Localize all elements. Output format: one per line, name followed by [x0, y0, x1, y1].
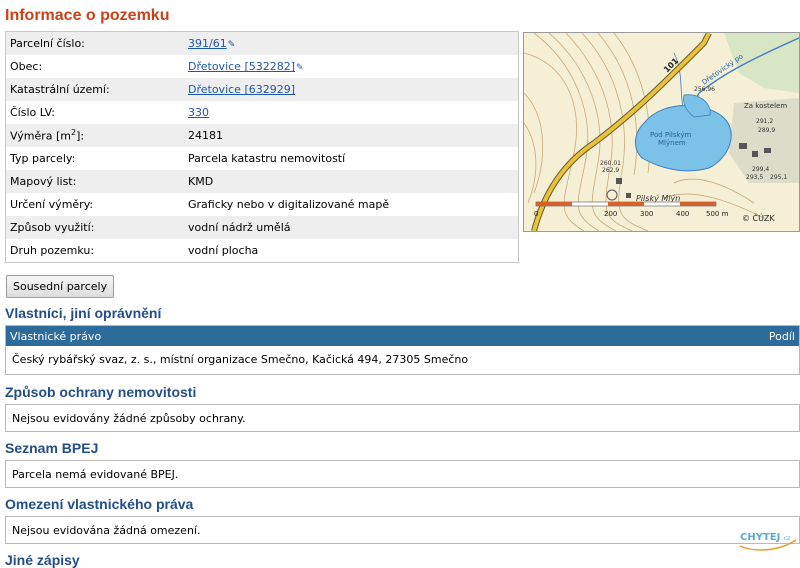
map-label-pond: Pod Pilským [650, 131, 691, 139]
map-height-8: 299,4 [752, 166, 769, 173]
other-records-section-title: Jiné zápisy [5, 552, 80, 568]
parcel-info-link[interactable]: Dřetovice [632929] [188, 83, 295, 96]
page-title: Informace o pozemku [5, 7, 170, 24]
parcel-info-key-suffix: ]: [76, 129, 85, 143]
map-height-5: 293,5 [746, 174, 763, 181]
map-scale-200: 200 [604, 210, 617, 218]
parcel-info-row: Druh pozemku: vodní plocha [6, 239, 518, 262]
parcel-info-key: Způsob využití: [10, 221, 95, 234]
owners-section-title: Vlastníci, jiní oprávnění [5, 305, 162, 321]
map-height-6: 295,1 [770, 174, 787, 181]
protection-box: Nejsou evidovány žádné způsoby ochrany. [5, 404, 800, 432]
bpej-text: Parcela nemá evidované BPEJ. [12, 468, 179, 481]
parcel-info-value: Parcela katastru nemovitostí [188, 152, 346, 165]
parcel-info-value-cell: 330 [184, 101, 518, 124]
parcel-info-key: Parcelní číslo: [10, 37, 85, 50]
bpej-section-title: Seznam BPEJ [5, 440, 99, 456]
owners-table-header: Vlastnické právo Podíl [6, 326, 799, 346]
parcel-info-key: Určení výměry: [10, 198, 94, 211]
parcel-info-value: 24181 [188, 129, 223, 142]
map-height-1: 256,96 [694, 86, 715, 93]
map-height-7: 262,9 [602, 167, 619, 174]
parcel-info-row: Mapový list: KMD [6, 170, 518, 193]
parcel-info-key: Obec: [10, 60, 43, 73]
parcel-info-value-cell: 24181 [184, 124, 518, 147]
map-height-3: 291,2 [756, 118, 773, 125]
owners-col-ownership: Vlastnické právo [10, 329, 102, 343]
edit-pencil-icon[interactable]: ✎ [296, 63, 304, 73]
parcel-info-value: KMD [188, 175, 214, 188]
parcel-info-key: Typ parcely: [10, 152, 76, 165]
restrictions-section-title: Omezení vlastnického práva [5, 496, 194, 512]
protection-text: Nejsou evidovány žádné způsoby ochrany. [12, 412, 246, 425]
parcel-map[interactable]: Pod Pilským Mlýnem Pilský Mlýn Dřetovick… [523, 32, 800, 232]
parcel-info-row: Výměra [m2]: 24181 [6, 124, 518, 147]
parcel-info-row: Určení výměry: Graficky nebo v digitalizo… [6, 193, 518, 216]
parcel-info-link[interactable]: Dřetovice [532282] [188, 60, 295, 73]
parcel-info-value-cell: Dřetovice [532282]✎ [184, 55, 518, 78]
parcel-info-key-text: Výměra [m [10, 129, 71, 143]
bpej-box: Parcela nemá evidované BPEJ. [5, 460, 800, 488]
parcel-info-value-cell: vodní nádrž umělá [184, 216, 518, 239]
parcel-info-key: Výměra [m2]: [6, 124, 184, 147]
map-scale-500: 500 m [706, 210, 729, 218]
map-scale-0: 0 [534, 210, 538, 218]
map-scale-300: 300 [640, 210, 653, 218]
parcel-info-link[interactable]: 391/61 [188, 37, 227, 50]
owners-row: Český rybářský svaz, z. s., místní organ… [12, 353, 469, 366]
parcel-info-value-cell: Dřetovice [632929] [184, 78, 518, 101]
parcel-info-row: Typ parcely: Parcela katastru nemovitostí [6, 147, 518, 170]
map-label-kostelem: Za kostelem [744, 102, 787, 110]
parcel-info-value: Graficky nebo v digitalizované mapě [188, 198, 390, 211]
parcel-info-table: Parcelní číslo: 391/61✎ Obec: Dřetovice [53… [6, 32, 518, 262]
parcel-info-link[interactable]: 330 [188, 106, 209, 119]
restrictions-text: Nejsou evidována žádná omezení. [12, 524, 201, 537]
parcel-info-value-cell: Parcela katastru nemovitostí [184, 147, 518, 170]
chytej-logo: CHYTEJ .cz [739, 532, 797, 551]
parcel-info-value-cell: Graficky nebo v digitalizované mapě [184, 193, 518, 216]
parcel-info-row: Katastrální území: Dřetovice [632929] [6, 78, 518, 101]
map-copyright: © ČÚZK [742, 212, 775, 223]
owners-col-share: Podíl [768, 329, 795, 343]
edit-pencil-icon[interactable]: ✎ [228, 40, 236, 50]
parcel-info-value: vodní plocha [188, 244, 259, 257]
parcel-info-value: vodní nádrž umělá [188, 221, 291, 234]
owners-table: Vlastnické právo Podíl Český rybářský sv… [5, 325, 800, 375]
parcel-info-row: Obec: Dřetovice [532282]✎ [6, 55, 518, 78]
restrictions-box: Nejsou evidována žádná omezení. [5, 516, 800, 544]
map-height-4: 289,9 [758, 127, 775, 134]
parcel-info-value-cell: 391/61✎ [184, 32, 518, 55]
logo-text: CHYTEJ [740, 532, 780, 543]
parcel-info-value-cell: vodní plocha [184, 239, 518, 262]
parcel-info-panel: Parcelní číslo: 391/61✎ Obec: Dřetovice [53… [5, 31, 519, 263]
parcel-info-key: Katastrální území: [10, 83, 110, 96]
map-image: Pod Pilským Mlýnem Pilský Mlýn Dřetovick… [524, 33, 799, 231]
neighbor-parcels-button[interactable]: Sousední parcely [6, 275, 115, 298]
parcel-info-value-cell: KMD [184, 170, 518, 193]
parcel-info-row: Číslo LV: 330 [6, 101, 518, 124]
parcel-info-row: Parcelní číslo: 391/61✎ [6, 32, 518, 55]
map-height-2: 260,01 [600, 160, 621, 167]
map-label-mill: Pilský Mlýn [636, 194, 680, 203]
parcel-info-key: Číslo LV: [10, 106, 56, 119]
map-scale-400: 400 [676, 210, 689, 218]
parcel-info-key: Druh pozemku: [10, 244, 95, 257]
parcel-info-row: Způsob využití: vodní nádrž umělá [6, 216, 518, 239]
protection-section-title: Způsob ochrany nemovitosti [5, 384, 197, 400]
logo-suffix: .cz [782, 535, 790, 542]
map-label-pond-2: Mlýnem [658, 139, 686, 147]
parcel-info-key: Mapový list: [10, 175, 77, 188]
